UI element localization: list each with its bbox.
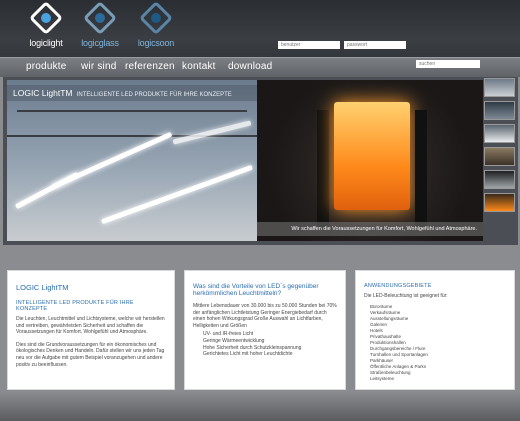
hero-image: LOGIC LightTM INTELLIGENTE LED PRODUKTE …	[7, 80, 483, 241]
intro-title: LOGIC LightTM	[16, 283, 69, 292]
intro-box: LOGIC LightTM INTELLIGENTE LED PRODUKTE …	[7, 270, 175, 390]
thumbnail-strip	[484, 78, 517, 216]
thumbnail[interactable]	[484, 101, 515, 120]
thumbnail[interactable]	[484, 170, 515, 189]
office-lighting-photo	[7, 80, 257, 241]
nav-item-kontakt[interactable]: kontakt	[182, 61, 216, 72]
led-cube-photo	[257, 80, 483, 241]
advantages-list: UV- und IR-freies Licht Geringe Wärmeent…	[193, 331, 337, 357]
logo-label: logicglass	[81, 38, 119, 48]
hero-caption: Wir schaffen die Voraussetzungen für Kom…	[257, 222, 483, 236]
hero-tagline: INTELLIGENTE LED PRODUKTE FÜR IHRE KONZE…	[76, 92, 232, 98]
nav-item-referenzen[interactable]: referenzen	[125, 61, 175, 72]
applications-intro: Die LED-Beleuchtung ist geeignet für:	[364, 293, 448, 299]
logo-logicglass[interactable]: logicglass	[70, 1, 130, 52]
led-cube	[334, 102, 410, 210]
logiclight-logo-icon	[29, 1, 63, 35]
hero-brand: LOGIC LightTM	[13, 88, 73, 98]
page-footer	[0, 391, 520, 421]
logo-logicsoon[interactable]: logicsoon	[126, 1, 186, 52]
logo-label: logicsoon	[137, 38, 175, 48]
intro-subtitle: INTELLIGENTE LED PRODUKTE FÜR IHRE KONZE…	[16, 300, 134, 312]
hero-title: LOGIC LightTM INTELLIGENTE LED PRODUKTE …	[7, 85, 257, 101]
applications-list: Büroräume Verkaufsräume Ausstellungsräum…	[364, 304, 506, 382]
search-input[interactable]: suchen	[416, 60, 480, 68]
hero-banner: LOGIC LightTM INTELLIGENTE LED PRODUKTE …	[3, 77, 518, 245]
thumbnail[interactable]	[484, 193, 515, 212]
applications-title: ANWENDUNGSGEBIETE	[364, 283, 432, 289]
site-header: logiclight logicglass logicsoon	[0, 0, 520, 57]
intro-paragraph: Die Leuchten, Leuchtmittel und Lichtsyst…	[16, 316, 165, 336]
nav-item-download[interactable]: download	[228, 61, 272, 72]
list-item: Gerichtetes Licht mit hoher Leuchtdichte	[203, 351, 293, 358]
list-item: Leitsysteme	[370, 375, 395, 381]
logicsoon-logo-icon	[139, 1, 173, 35]
list-item: Hohe Sicherheit durch Schutzkleinspannun…	[203, 344, 302, 351]
logo-label: logiclight	[29, 38, 63, 48]
password-input[interactable]	[344, 41, 406, 49]
username-input[interactable]	[278, 41, 340, 49]
nav-item-produkte[interactable]: produkte	[26, 61, 67, 72]
advantages-title: Was sind die Vorteile von LED´s gegenübe…	[193, 283, 319, 297]
content-area: LOGIC LightTM INTELLIGENTE LED PRODUKTE …	[3, 260, 518, 390]
logo-logiclight[interactable]: logiclight	[16, 1, 76, 52]
list-item: UV- und IR-freies Licht	[203, 331, 254, 338]
intro-paragraph: Dies sind die Grundvoraussetzungen für e…	[16, 341, 165, 368]
advantages-box: Was sind die Vorteile von LED´s gegenübe…	[184, 270, 346, 390]
applications-box: ANWENDUNGSGEBIETE Die LED-Beleuchtung is…	[355, 270, 515, 390]
thumbnail[interactable]	[484, 147, 515, 166]
list-item: Geringe Wärmeentwicklung	[203, 337, 265, 344]
nav-item-wir-sind[interactable]: wir sind	[81, 61, 117, 72]
advantages-paragraph: Mittlere Lebensdauer von 30.000 bis zu 5…	[193, 303, 337, 329]
thumbnail[interactable]	[484, 78, 515, 97]
logicglass-logo-icon	[83, 1, 117, 35]
thumbnail[interactable]	[484, 124, 515, 143]
